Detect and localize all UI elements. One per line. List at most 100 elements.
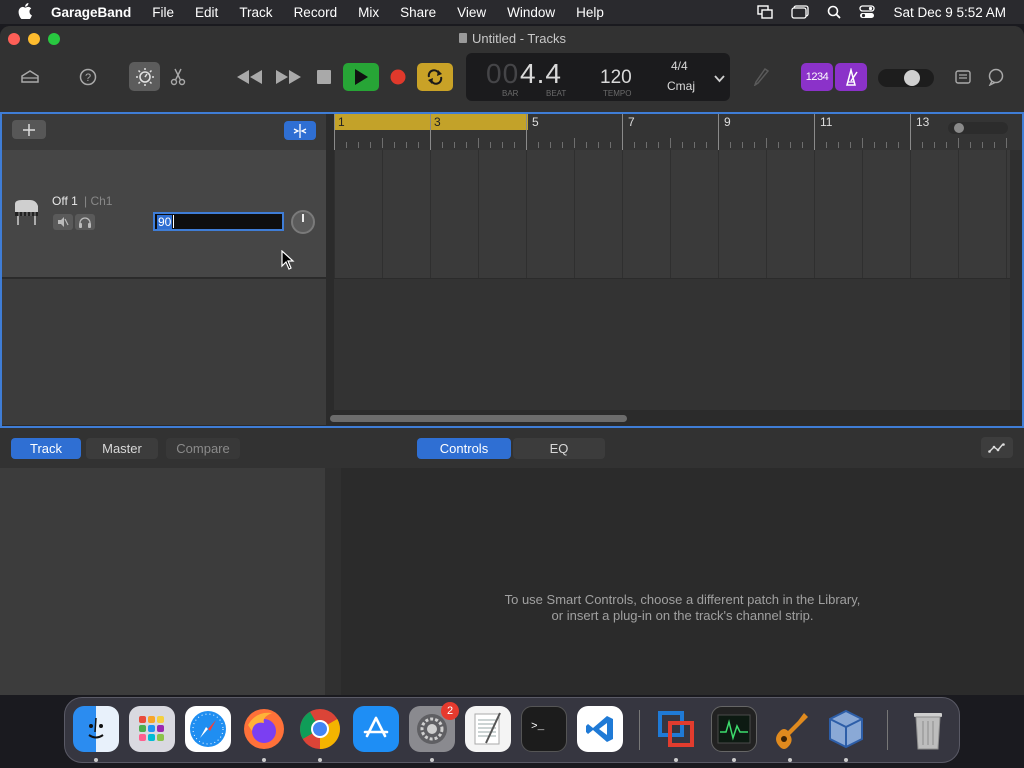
launchpad-icon[interactable] <box>129 706 175 752</box>
track-header-bar <box>2 114 326 150</box>
notepad-icon[interactable] <box>953 66 973 88</box>
loop-browser-icon[interactable] <box>985 66 1007 88</box>
trash-icon[interactable] <box>905 706 951 752</box>
solo-button[interactable] <box>75 214 95 230</box>
fast-forward-icon[interactable] <box>274 66 302 88</box>
metronome-icon[interactable] <box>835 63 867 91</box>
timeline-ruler[interactable]: 1 3 5 7 9 11 13 <box>334 114 1022 150</box>
finder-icon[interactable] <box>73 706 119 752</box>
quick-help-icon[interactable]: ? <box>77 66 99 88</box>
spotlight-search-icon[interactable] <box>827 5 842 19</box>
menu-help[interactable]: Help <box>576 5 604 20</box>
tuner-icon[interactable] <box>750 66 772 88</box>
cycle-button[interactable] <box>417 63 453 91</box>
message-line-1: To use Smart Controls, choose a differen… <box>504 592 861 607</box>
track-lane-grid <box>334 150 1007 278</box>
app-store-icon[interactable] <box>353 706 399 752</box>
tab-compare[interactable]: Compare <box>166 438 240 459</box>
tab-master[interactable]: Master <box>86 438 158 459</box>
horizontal-scrollbar-track[interactable] <box>328 410 1022 426</box>
smart-controls-icon[interactable] <box>129 62 160 91</box>
menu-mix[interactable]: Mix <box>358 5 379 20</box>
empty-lane-area[interactable] <box>334 279 1010 410</box>
text-caret <box>173 215 175 228</box>
smart-controls-inspector-icon[interactable] <box>981 437 1013 458</box>
pan-knob-indicator <box>302 214 304 222</box>
track-name[interactable]: Off 1 <box>52 194 78 208</box>
screen-mirror-icon[interactable] <box>757 5 774 19</box>
track-header-row[interactable]: Off 1 | Ch1 90 <box>2 150 326 278</box>
garageband-window: Untitled - Tracks ? 00 4.4 BAR BEAT 120 … <box>0 26 1024 695</box>
safari-icon[interactable] <box>185 706 231 752</box>
lcd-time-signature[interactable]: 4/4 <box>671 59 688 73</box>
count-in-button[interactable]: 1234 <box>801 63 833 91</box>
play-button[interactable] <box>343 63 379 91</box>
smart-controls-pane: Track Master Compare Controls EQ To use … <box>0 428 1024 695</box>
mute-button[interactable] <box>53 214 73 230</box>
track-volume-edit-field[interactable]: 90 <box>153 212 284 231</box>
virtualbox-icon[interactable] <box>823 706 869 752</box>
rewind-icon[interactable] <box>236 66 264 88</box>
track-volume-value: 90 <box>157 214 173 229</box>
menu-window[interactable]: Window <box>507 5 555 20</box>
menu-track[interactable]: Track <box>239 5 272 20</box>
panel-divider[interactable] <box>325 468 341 695</box>
apple-icon[interactable] <box>18 2 36 22</box>
control-center-icon[interactable] <box>859 5 876 19</box>
menubar-clock[interactable]: Sat Dec 9 5:52 AM <box>893 5 1006 20</box>
terminal-icon[interactable]: >_ <box>521 706 567 752</box>
textedit-icon[interactable] <box>465 706 511 752</box>
window-title-text: Untitled - Tracks <box>472 31 566 46</box>
chrome-running-indicator <box>318 758 322 762</box>
lcd-key[interactable]: Cmaj <box>667 79 695 93</box>
track-channel: | Ch1 <box>84 194 113 208</box>
chrome-icon[interactable] <box>297 706 343 752</box>
record-button[interactable] <box>388 67 408 87</box>
message-line-2: or insert a plug-in on the track's chann… <box>551 608 814 623</box>
menu-view[interactable]: View <box>457 5 486 20</box>
firefox-icon[interactable] <box>241 706 287 752</box>
menu-share[interactable]: Share <box>400 5 436 20</box>
window-title: Untitled - Tracks <box>0 31 1024 46</box>
library-icon[interactable] <box>18 66 42 88</box>
master-volume-slider[interactable] <box>878 69 934 87</box>
vscode-icon[interactable] <box>577 706 623 752</box>
dock-separator-trash <box>887 710 888 750</box>
window-switch-icon[interactable] <box>791 5 810 19</box>
grand-piano-icon <box>12 198 42 231</box>
parallels-icon[interactable] <box>653 706 699 752</box>
virtualbox-running-indicator <box>844 758 848 762</box>
zoom-slider[interactable] <box>948 122 1008 134</box>
pan-knob[interactable] <box>291 210 315 234</box>
horizontal-scrollbar-thumb[interactable] <box>330 415 627 422</box>
empty-track-list-area[interactable] <box>2 279 326 425</box>
inspector-panel <box>0 468 325 695</box>
vertical-scrollbar-track[interactable] <box>1010 150 1022 410</box>
garageband-icon[interactable] <box>767 706 813 752</box>
headphones-icon <box>79 216 91 228</box>
tab-track[interactable]: Track <box>11 438 81 459</box>
tab-controls[interactable]: Controls <box>417 438 511 459</box>
finder-running-indicator <box>94 758 98 762</box>
catch-playhead-button[interactable] <box>284 121 316 140</box>
track-lane[interactable] <box>334 150 1010 278</box>
menu-record[interactable]: Record <box>294 5 338 20</box>
ruler-ticks <box>334 114 1007 150</box>
menu-edit[interactable]: Edit <box>195 5 218 20</box>
activity-monitor-icon[interactable] <box>711 706 757 752</box>
editors-scissors-icon[interactable] <box>168 66 188 88</box>
lcd-dropdown-chevron-icon[interactable] <box>714 70 725 88</box>
dock: 2 >_ <box>64 697 960 763</box>
tracks-area: Off 1 | Ch1 90 1 3 5 7 9 11 13 <box>0 112 1024 428</box>
zoom-slider-thumb[interactable] <box>954 123 964 133</box>
tab-eq[interactable]: EQ <box>513 438 605 459</box>
menu-app-name[interactable]: GarageBand <box>51 5 131 20</box>
activity-monitor-running-indicator <box>732 758 736 762</box>
volume-knob[interactable] <box>904 70 920 86</box>
lcd-display[interactable]: 00 4.4 BAR BEAT 120 TEMPO 4/4 Cmaj <box>466 53 730 101</box>
add-track-button[interactable] <box>12 120 46 139</box>
stop-icon[interactable] <box>314 67 334 87</box>
lcd-tempo[interactable]: 120 <box>600 67 632 89</box>
dock-separator <box>639 710 640 750</box>
menu-file[interactable]: File <box>152 5 174 20</box>
